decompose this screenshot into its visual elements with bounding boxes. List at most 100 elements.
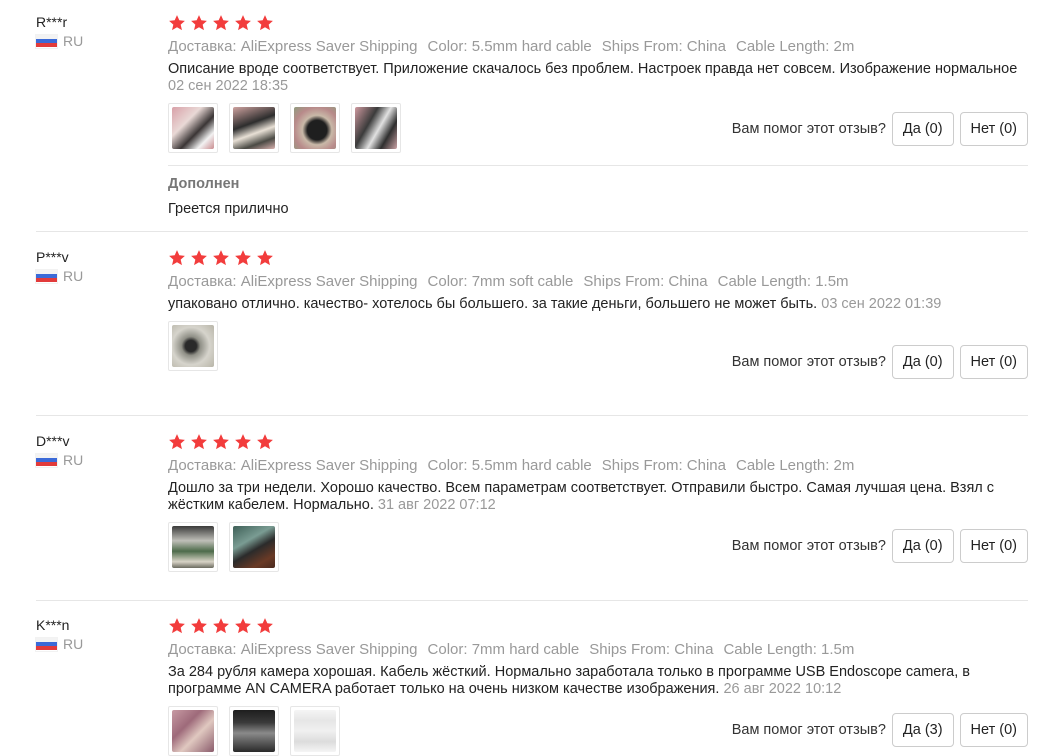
russia-flag-icon [36,34,57,48]
review-divider [36,231,1028,232]
helpful-question: Вам помог этот отзыв? [731,538,886,554]
review-photo[interactable] [168,706,218,756]
country: RU [36,451,156,469]
star-icon [235,250,251,266]
star-icon [169,15,185,31]
helpful-yes-button[interactable]: Да (0) [891,529,954,563]
username: P***v [36,249,69,265]
star-icon [213,618,229,634]
added-divider [168,165,1028,166]
review-user: D***v RU [36,432,156,469]
helpful-question: Вам помог этот отзыв? [731,722,886,738]
ships-from: Ships From: China [601,38,726,55]
star-icon [169,250,185,266]
helpful-vote: Вам помог этот отзыв? Да (3) Нет (0) [732,713,1028,747]
review-item: P***v RU Доставка: AliExpress Saver Ship… [36,248,1028,398]
rating-stars [168,432,1028,452]
star-icon [213,250,229,266]
review-photo[interactable] [351,103,401,153]
review-date: 03 сен 2022 01:39 [821,296,942,312]
country-code: RU [63,33,84,49]
star-icon [235,15,251,31]
helpful-vote: Вам помог этот отзыв? Да (0) Нет (0) [732,345,1028,379]
helpful-yes-button[interactable]: Да (3) [891,713,954,747]
star-icon [257,250,273,266]
review-text: упаковано отлично. качество- хотелось бы… [168,296,1018,313]
shipping-method: Доставка: AliExpress Saver Shipping [168,273,418,290]
review-photo[interactable] [229,706,279,756]
star-icon [257,15,273,31]
country-code: RU [63,452,84,468]
variant-color: Color: 5.5mm hard cable [427,38,592,55]
ships-from: Ships From: China [589,641,714,658]
helpful-yes-button[interactable]: Да (0) [891,112,954,146]
helpful-no-button[interactable]: Нет (0) [959,713,1028,747]
rating-stars [168,616,1028,636]
helpful-question: Вам помог этот отзыв? [731,121,886,137]
shipping-method: Доставка: AliExpress Saver Shipping [168,457,418,474]
star-icon [169,618,185,634]
review-user: R***r RU [36,13,156,50]
shipping-method: Доставка: AliExpress Saver Shipping [168,38,418,55]
variant-color: Color: 5.5mm hard cable [427,457,592,474]
review-meta: Доставка: AliExpress Saver Shipping Color… [168,456,1028,476]
helpful-yes-button[interactable]: Да (0) [891,345,954,379]
country: RU [36,635,156,653]
helpful-no-button[interactable]: Нет (0) [959,345,1028,379]
helpful-no-button[interactable]: Нет (0) [959,529,1028,563]
review-photo[interactable] [229,103,279,153]
star-icon [191,618,207,634]
helpful-no-button[interactable]: Нет (0) [959,112,1028,146]
shipping-method: Доставка: AliExpress Saver Shipping [168,641,418,658]
star-icon [257,434,273,450]
star-icon [213,434,229,450]
review-date: 26 авг 2022 10:12 [723,681,842,697]
helpful-question: Вам помог этот отзыв? [731,354,886,370]
review-user: K***n RU [36,616,156,653]
review-text-body: Описание вроде соответствует. Приложение… [168,61,1018,77]
review-photo[interactable] [290,103,340,153]
review-text: За 284 рубля камера хорошая. Кабель жёст… [168,664,1018,698]
review-divider [36,600,1028,601]
review-meta: Доставка: AliExpress Saver Shipping Color… [168,37,1028,57]
review-photo[interactable] [290,706,340,756]
added-title: Дополнен [168,176,240,192]
star-icon [213,15,229,31]
rating-stars [168,13,1028,33]
star-icon [257,618,273,634]
ships-from: Ships From: China [583,273,708,290]
variant-color: Color: 7mm soft cable [427,273,574,290]
country: RU [36,32,156,50]
review-text-body: За 284 рубля камера хорошая. Кабель жёст… [168,664,970,697]
review-addition: Дополнен Греется прилично [168,175,1028,218]
helpful-vote: Вам помог этот отзыв? Да (0) Нет (0) [732,529,1028,563]
review-photo[interactable] [168,522,218,572]
cable-length: Cable Length: 1.5m [717,273,849,290]
star-icon [191,434,207,450]
review-photo[interactable] [229,522,279,572]
cable-length: Cable Length: 1.5m [723,641,855,658]
review-divider [36,415,1028,416]
review-item: K***n RU Доставка: AliExpress Saver Ship… [36,616,1028,756]
review-meta: Доставка: AliExpress Saver Shipping Color… [168,272,1028,292]
star-icon [235,434,251,450]
russia-flag-icon [36,453,57,467]
star-icon [169,434,185,450]
cable-length: Cable Length: 2m [735,38,855,55]
cable-length: Cable Length: 2m [735,457,855,474]
review-text-body: упаковано отлично. качество- хотелось бы… [168,296,818,312]
variant-color: Color: 7mm hard cable [427,641,580,658]
review-text: Дошло за три недели. Хорошо качество. Вс… [168,480,1018,514]
helpful-vote: Вам помог этот отзыв? Да (0) Нет (0) [732,112,1028,146]
rating-stars [168,248,1028,268]
reviews-list: R***r RU Доставка: AliExpress Saver Ship… [0,0,1047,756]
star-icon [191,250,207,266]
russia-flag-icon [36,637,57,651]
country-code: RU [63,636,84,652]
review-photo[interactable] [168,321,218,371]
country-code: RU [63,268,84,284]
star-icon [235,618,251,634]
review-date: 02 сен 2022 18:35 [168,78,289,94]
review-photo[interactable] [168,103,218,153]
username: D***v [36,433,70,449]
